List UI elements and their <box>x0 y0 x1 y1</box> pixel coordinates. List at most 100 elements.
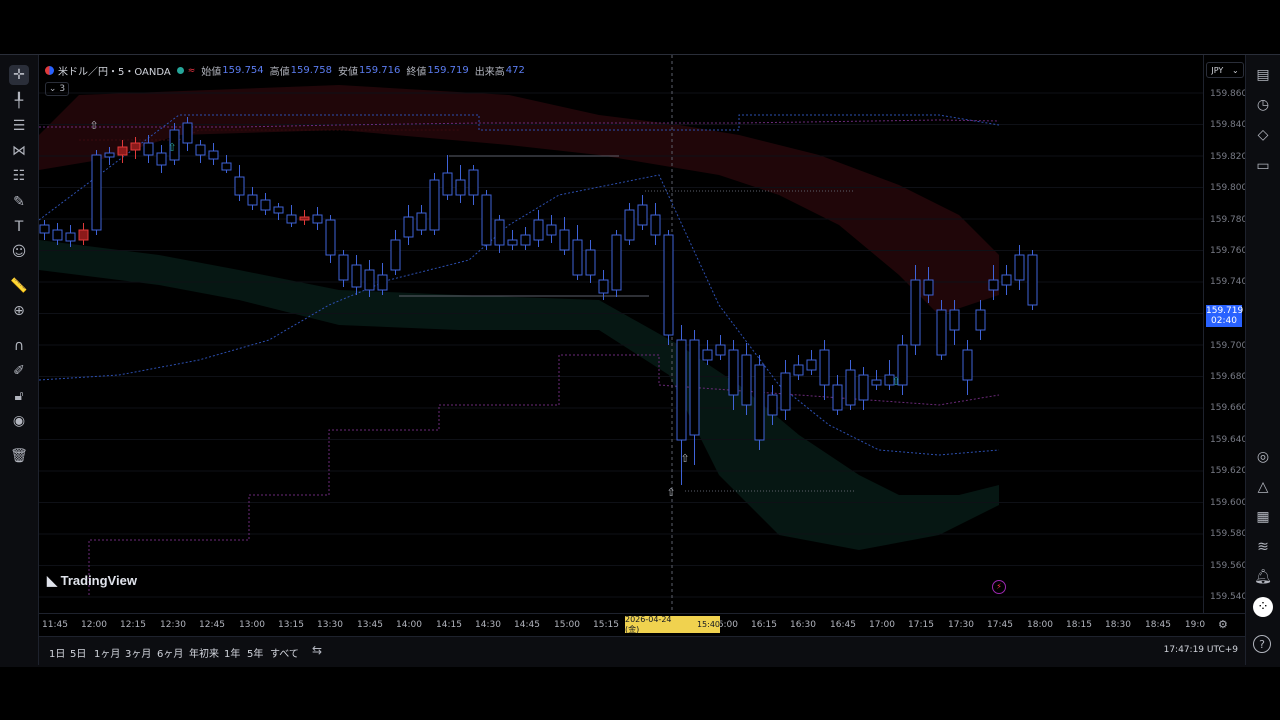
price-label: 159.820 <box>1210 152 1248 162</box>
time-label: 18:45 <box>1145 620 1171 630</box>
volume-value: 472 <box>505 65 525 76</box>
candle-body <box>832 384 843 411</box>
candle-body <box>689 339 700 436</box>
help-icon[interactable]: ? <box>1253 635 1271 653</box>
time-label: 12:00 <box>81 620 107 630</box>
lightning-icon[interactable]: ⚡︎ <box>992 580 1006 594</box>
range-button[interactable]: 1ヶ月 <box>94 645 120 660</box>
ruler-icon[interactable]: 📏 <box>9 276 29 296</box>
chat-icon[interactable]: ▭ <box>1253 156 1273 176</box>
time-label: 15:15 <box>593 620 619 630</box>
crosshair-time: 15:40 <box>696 620 720 629</box>
candle-body <box>1027 254 1038 306</box>
candle-body <box>273 206 284 214</box>
brush-icon[interactable]: ✎ <box>9 192 29 212</box>
last-price-tag: 159.719 02:40 <box>1206 305 1243 327</box>
candle-body <box>780 372 791 411</box>
candle-body <box>1014 254 1025 281</box>
chevron-down-icon: ⌄ <box>1231 65 1239 75</box>
crosshair-icon[interactable]: ✛ <box>9 65 29 85</box>
price-label: 159.800 <box>1210 183 1248 193</box>
time-label: 11:45 <box>42 620 68 630</box>
currency-select[interactable]: JPY ⌄ <box>1206 62 1244 78</box>
candle-body <box>702 349 713 361</box>
candle-body <box>936 309 947 356</box>
chart-pane[interactable]: ⇧ ⇧ ⇧ ⇧ ⇧ 米ドル／円・5・OANDA ≈ 始値 159.754 高値 159.75… <box>39 55 1203 613</box>
cursor-line-icon[interactable]: ╀ <box>9 91 29 111</box>
price-label: 159.660 <box>1210 403 1248 413</box>
range-button[interactable]: 5年 <box>247 645 263 660</box>
candle-body <box>182 122 193 144</box>
time-label: 18:15 <box>1066 620 1092 630</box>
clock-icon[interactable]: ◷ <box>1253 95 1273 115</box>
time-label: 15:00 <box>554 620 580 630</box>
time-label: 16:45 <box>830 620 856 630</box>
clock[interactable]: 17:47:19 UTC+9 <box>1164 645 1238 655</box>
candle-body <box>325 219 336 256</box>
candle-body <box>1001 274 1012 286</box>
pitchfork-icon[interactable]: ⋈ <box>9 141 29 161</box>
time-label: 17:30 <box>948 620 974 630</box>
range-button[interactable]: すべて <box>270 645 299 660</box>
calendar-icon[interactable]: ▦ <box>1253 507 1273 527</box>
settings-icon[interactable]: ⚙︎ <box>1218 618 1228 631</box>
time-label: 12:30 <box>160 620 186 630</box>
price-label: 159.540 <box>1210 592 1248 602</box>
magnet-icon[interactable]: ∩ <box>9 336 29 356</box>
candle-body <box>208 150 219 160</box>
range-button[interactable]: 5日 <box>70 645 86 660</box>
text-icon[interactable]: T <box>9 217 29 237</box>
grid-icon[interactable]: ⁘ <box>1253 597 1273 617</box>
lock-icon[interactable]: 🔓︎ <box>9 386 29 406</box>
range-button[interactable]: 1日 <box>49 645 65 660</box>
fib-icon[interactable]: ☷ <box>9 166 29 186</box>
eye-icon[interactable]: ◉ <box>9 411 29 431</box>
candle-body <box>78 229 89 241</box>
candle-body <box>520 234 531 246</box>
candle-body <box>845 369 856 406</box>
candle-body <box>741 354 752 406</box>
range-button[interactable]: 6ヶ月 <box>157 645 183 660</box>
close-value: 159.719 <box>427 65 469 76</box>
candle-body <box>533 219 544 241</box>
signal-arrow-icon: ⇧ <box>680 452 689 465</box>
price-scale[interactable]: JPY ⌄ 159.860 159.840 159.820 159.800 159.780… <box>1203 55 1247 613</box>
target-icon[interactable]: ◎ <box>1253 447 1273 467</box>
candle-body <box>819 349 830 386</box>
candle-body <box>949 309 960 331</box>
emoji-icon[interactable]: ☺ <box>9 242 29 262</box>
zoom-icon[interactable]: ⊕ <box>9 301 29 321</box>
range-button[interactable]: 3ヶ月 <box>125 645 151 660</box>
candle-body <box>377 274 388 291</box>
chart-window: ✛ ╀ ☰ ⋈ ☷ ✎ T ☺ 📏 ⊕ ∩ ✐ 🔓︎ ◉ 🗑︎ ⇧ ⇧ ⇧ ⇧ ⇧ 米ド… <box>0 54 1280 667</box>
candle-body <box>715 344 726 356</box>
time-scale[interactable]: 11:45 12:00 12:15 12:30 12:45 13:00 13:15 13:30… <box>39 613 1246 636</box>
candle-body <box>104 152 115 158</box>
candle-body <box>260 199 271 211</box>
bell-icon[interactable]: 🔔︎ <box>1253 567 1273 587</box>
layers-icon[interactable]: ◇ <box>1253 125 1273 145</box>
candle-body <box>858 374 869 401</box>
symbol-name[interactable]: 米ドル／円・5・OANDA <box>58 63 171 78</box>
lock-drawing-icon[interactable]: ✐ <box>9 361 29 381</box>
time-label: 14:30 <box>475 620 501 630</box>
candle-body <box>221 162 232 171</box>
goto-date-icon[interactable]: ⇆ <box>312 643 322 657</box>
candle-body <box>364 269 375 291</box>
horizontal-lines-icon[interactable]: ☰ <box>9 116 29 136</box>
tradingview-wordmark: TradingView <box>60 573 137 588</box>
candle-body <box>143 142 154 156</box>
trash-icon[interactable]: 🗑︎ <box>9 446 29 466</box>
broadcast-icon[interactable]: ≋ <box>1253 537 1273 557</box>
triangle-icon[interactable]: △ <box>1253 477 1273 497</box>
range-button[interactable]: 1年 <box>224 645 240 660</box>
right-sidebar: ▤ ◷ ◇ ▭ ◎ △ ▦ ≋ 🔔︎ ⁘ ? <box>1245 55 1280 665</box>
indicators-toggle[interactable]: ⌄ 3 <box>45 82 69 96</box>
time-label: 13:15 <box>278 620 304 630</box>
symbol-legend[interactable]: 米ドル／円・5・OANDA ≈ 始値 159.754 高値 159.758 安値 15… <box>45 63 525 78</box>
time-label: 12:45 <box>199 620 225 630</box>
range-button[interactable]: 年初来 <box>189 645 219 660</box>
tradingview-logo[interactable]: ◣ TradingView <box>47 573 137 589</box>
watchlist-icon[interactable]: ▤ <box>1253 65 1273 85</box>
candle-body <box>559 229 570 251</box>
